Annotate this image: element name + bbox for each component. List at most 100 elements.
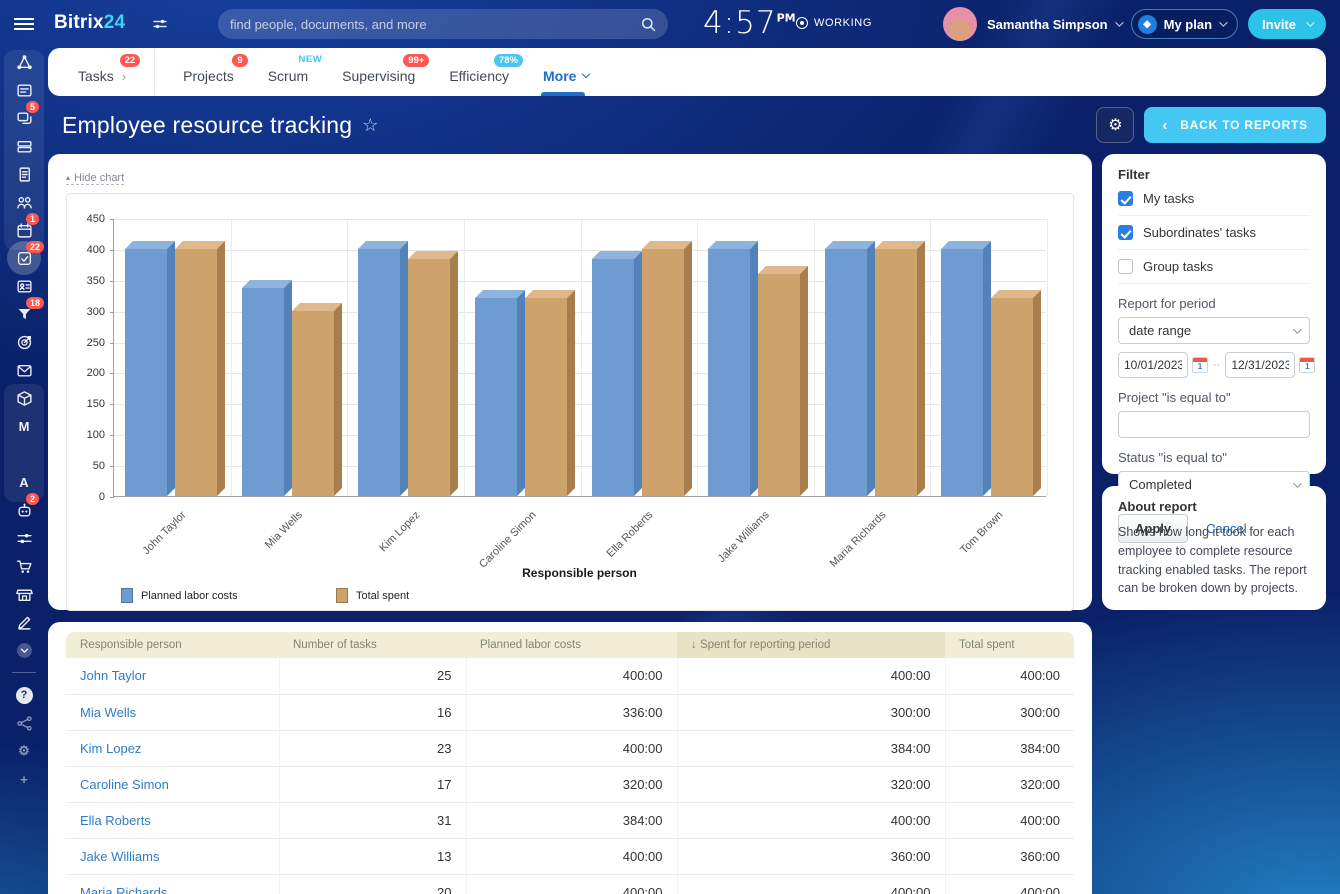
- column-header-planned-labor-costs[interactable]: Planned labor costs: [466, 632, 677, 658]
- bar-total-spent-mia-wells[interactable]: [292, 311, 334, 496]
- tab-tasks[interactable]: Tasks22›: [72, 48, 132, 96]
- table-cell: 320:00: [466, 766, 677, 802]
- report-settings-button[interactable]: ⚙: [1096, 107, 1134, 143]
- sidebar-item-sign[interactable]: [0, 608, 48, 636]
- left-sidebar: 5 122 18 MA2? ⚙+: [0, 0, 48, 894]
- sidebar-item-letter-a[interactable]: A: [0, 468, 48, 496]
- checkbox-subordinates-tasks[interactable]: Subordinates' tasks: [1118, 216, 1310, 250]
- sidebar-item-documents[interactable]: [0, 160, 48, 188]
- sidebar-item-chat[interactable]: 5: [0, 104, 48, 132]
- checkbox-my-tasks[interactable]: My tasks: [1118, 182, 1310, 216]
- checkbox-icon[interactable]: [1118, 191, 1133, 206]
- y-axis-tick-label: 400: [87, 244, 105, 256]
- favorite-star-icon[interactable]: ☆: [362, 115, 378, 136]
- bar-total-spent-jake-williams[interactable]: [758, 274, 800, 496]
- table-row: Jake Williams13400:00360:00360:00: [66, 838, 1074, 874]
- bar-planned-labor-costs-kim-lopez[interactable]: [358, 249, 400, 496]
- logo-sliders-icon[interactable]: [153, 17, 167, 35]
- invite-button[interactable]: Invite: [1248, 9, 1326, 39]
- employee-link[interactable]: Mia Wells: [66, 694, 279, 730]
- bar-planned-labor-costs-ella-roberts[interactable]: [592, 259, 634, 496]
- sidebar-item-plus[interactable]: +: [0, 765, 48, 793]
- sidebar-item-drive[interactable]: [0, 132, 48, 160]
- bitrix-logo[interactable]: Bitrix24: [54, 12, 125, 34]
- tab-more[interactable]: More: [537, 48, 595, 96]
- sidebar-item-tasks[interactable]: 22: [0, 244, 48, 272]
- column-header-total-spent[interactable]: Total spent: [945, 632, 1074, 658]
- clock[interactable]: 4:57PM: [703, 5, 796, 41]
- project-input[interactable]: [1118, 411, 1310, 438]
- employee-link[interactable]: Caroline Simon: [66, 766, 279, 802]
- documents-icon: [16, 166, 33, 183]
- sidebar-item-calendar[interactable]: 1: [0, 216, 48, 244]
- bar-total-spent-kim-lopez[interactable]: [408, 259, 450, 496]
- my-plan-button[interactable]: ◆My plan: [1131, 9, 1238, 39]
- tab-projects[interactable]: Projects9: [177, 48, 240, 96]
- back-to-reports-button[interactable]: ‹BACK TO REPORTS: [1144, 107, 1326, 143]
- help-icon: ?: [16, 687, 33, 704]
- date-to-input[interactable]: [1225, 352, 1295, 378]
- checkbox-group-tasks[interactable]: Group tasks: [1118, 250, 1310, 284]
- sidebar-item-chevron-down-circle[interactable]: [0, 636, 48, 664]
- sidebar-item-mail[interactable]: [0, 356, 48, 384]
- tab-efficiency[interactable]: Efficiency78%: [443, 48, 515, 96]
- sidebar-item-help[interactable]: ?: [0, 681, 48, 709]
- sidebar-item-settings-sliders[interactable]: [0, 524, 48, 552]
- table-cell: 16: [279, 694, 466, 730]
- sidebar-item-share[interactable]: [0, 709, 48, 737]
- table-row: Kim Lopez23400:00384:00384:00: [66, 730, 1074, 766]
- legend-swatch: [336, 588, 348, 603]
- calendar-icon[interactable]: [1192, 357, 1208, 373]
- employee-link[interactable]: John Taylor: [66, 658, 279, 694]
- sidebar-item-store[interactable]: [0, 580, 48, 608]
- calendar-icon[interactable]: [1299, 357, 1315, 373]
- sidebar-item-funnel[interactable]: 18: [0, 300, 48, 328]
- sidebar-divider: [12, 672, 36, 673]
- column-header-number-of-tasks[interactable]: Number of tasks: [279, 632, 466, 658]
- hide-chart-link[interactable]: ▴Hide chart: [66, 172, 124, 185]
- bar-planned-labor-costs-john-taylor[interactable]: [125, 249, 167, 496]
- employee-link[interactable]: Maria Richards: [66, 874, 279, 894]
- bar-total-spent-john-taylor[interactable]: [175, 249, 217, 496]
- tab-supervising[interactable]: Supervising99+: [336, 48, 421, 96]
- bar-planned-labor-costs-jake-williams[interactable]: [708, 249, 750, 496]
- sidebar-item-network[interactable]: [0, 48, 48, 76]
- chevron-down-icon: [1219, 18, 1227, 26]
- tab-scrum[interactable]: ScrumNEW: [262, 48, 314, 96]
- checkbox-icon[interactable]: [1118, 259, 1133, 274]
- sidebar-item-people[interactable]: [0, 188, 48, 216]
- working-status-icon: [796, 17, 808, 29]
- sidebar-item-cart[interactable]: [0, 552, 48, 580]
- bar-total-spent-maria-richards[interactable]: [875, 249, 917, 496]
- working-status[interactable]: WORKING: [796, 17, 872, 29]
- bar-total-spent-ella-roberts[interactable]: [642, 249, 684, 496]
- employee-link[interactable]: Ella Roberts: [66, 802, 279, 838]
- user-menu[interactable]: Samantha Simpson: [987, 17, 1121, 32]
- bar-total-spent-caroline-simon[interactable]: [525, 298, 567, 496]
- checkbox-icon[interactable]: [1118, 225, 1133, 240]
- sidebar-item-newsfeed[interactable]: [0, 76, 48, 104]
- sidebar-item-code[interactable]: [0, 440, 48, 468]
- bar-planned-labor-costs-maria-richards[interactable]: [825, 249, 867, 496]
- employee-link[interactable]: Jake Williams: [66, 838, 279, 874]
- bar-planned-labor-costs-mia-wells[interactable]: [242, 288, 284, 496]
- bar-total-spent-tom-brown[interactable]: [991, 298, 1033, 496]
- bar-planned-labor-costs-tom-brown[interactable]: [941, 249, 983, 496]
- date-from-input[interactable]: [1118, 352, 1188, 378]
- column-header-spent-for-reporting-period[interactable]: ↓ Spent for reporting period: [677, 632, 945, 658]
- sidebar-item-market[interactable]: M: [0, 412, 48, 440]
- sidebar-item-copilot[interactable]: 2: [0, 496, 48, 524]
- sidebar-item-box[interactable]: [0, 384, 48, 412]
- employee-link[interactable]: Kim Lopez: [66, 730, 279, 766]
- hamburger-menu-icon[interactable]: [0, 0, 48, 48]
- period-select[interactable]: date range: [1118, 317, 1310, 344]
- sidebar-item-gear[interactable]: ⚙: [0, 737, 48, 765]
- user-avatar[interactable]: [943, 7, 977, 41]
- project-filter-label: Project "is equal to": [1118, 390, 1310, 405]
- global-search[interactable]: [218, 9, 668, 39]
- sidebar-item-goal[interactable]: [0, 328, 48, 356]
- column-header-responsible-person[interactable]: Responsible person: [66, 632, 279, 658]
- bar-planned-labor-costs-caroline-simon[interactable]: [475, 298, 517, 496]
- sidebar-item-crm-card[interactable]: [0, 272, 48, 300]
- search-input[interactable]: [230, 17, 641, 32]
